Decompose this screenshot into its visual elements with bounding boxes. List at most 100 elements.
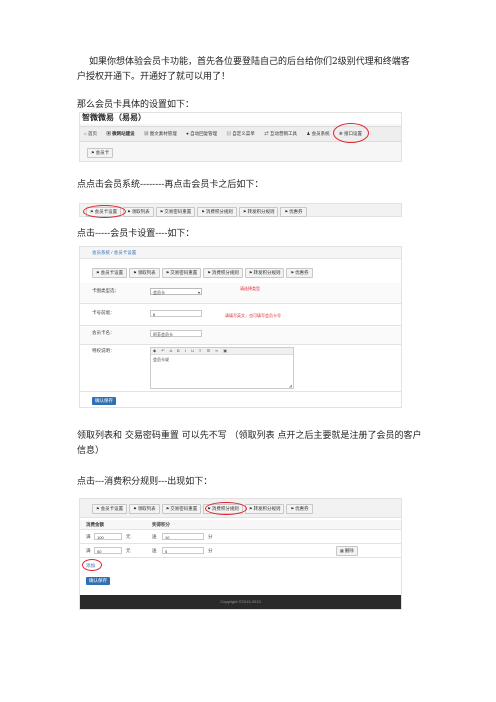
flag-icon: ⚑	[290, 270, 295, 275]
font-icon[interactable]: A	[169, 348, 173, 353]
member-card-button[interactable]: ⚑会员卡	[87, 148, 114, 158]
nav-micro-site[interactable]: ▣ 微网站建设	[102, 127, 138, 141]
image-icon[interactable]: ▣	[223, 348, 229, 353]
bold-icon[interactable]: B	[177, 348, 182, 353]
flag-icon: ⚑	[133, 506, 137, 511]
card-settings-screenshot: 会员系统 / 会员卡设置 ⚑会员卡设置 ⚑领取列表 ⚑交易密码重置 ⚑消费积分规则 ⚑转…	[79, 246, 402, 408]
save-button[interactable]: 确认保存	[92, 397, 116, 405]
card-name-input[interactable]: 阿芳会员卡	[150, 330, 202, 337]
flag-icon: ⚑	[96, 270, 100, 275]
rule-prefix: 满	[86, 548, 91, 553]
rich-text-editor[interactable]: ◆ ↶ A B I U ≡ ☰ ∞ ▣ 会员卡说 ◢	[150, 347, 294, 389]
flag-icon: ⚑	[248, 506, 253, 511]
tab-card-settings[interactable]: ⚑会员卡设置	[92, 268, 128, 278]
points-input[interactable]: 10	[162, 533, 204, 540]
flag-icon: ⚑	[290, 506, 295, 511]
tab-coupons[interactable]: ⚑优惠券	[280, 207, 307, 217]
tab-claim-list[interactable]: ⚑领取列表	[129, 268, 160, 278]
copyright: Copyright ©2013-2013	[220, 599, 261, 604]
flag-icon: ⚑	[159, 209, 164, 214]
add-highlight	[82, 559, 102, 571]
tab-password-reset[interactable]: ⚑交易密码重置	[161, 268, 202, 278]
settings-heading: 那么会员卡具体的设置如下：	[77, 100, 195, 110]
flag-icon: ⚑	[248, 270, 253, 275]
form-row-name: 会员卡名： 阿芳会员卡	[80, 327, 401, 345]
tab-password-reset[interactable]: ⚑交易密码重置	[161, 504, 202, 514]
rule-mid: 送	[152, 548, 157, 553]
flag-icon: ⚑	[127, 209, 131, 214]
nav-auto-reply[interactable]: ● 自动回复管理	[182, 127, 221, 141]
spend-points-screenshot: ⚑会员卡设置 ⚑领取列表 ⚑交易密码重置 ⚑消费积分规则 ⚑转发积分规则 ⚑优惠券 消费金…	[79, 498, 402, 610]
rule-mid: 送	[152, 534, 157, 539]
flag-icon: ⚑	[91, 150, 95, 155]
step-card-settings: 点击-----会员卡设置----如下：	[77, 229, 195, 239]
flag-icon: ⚑	[201, 209, 205, 214]
tab-password-reset[interactable]: ⚑交易密码重置	[155, 207, 196, 217]
col-points-header: 奖得积分	[152, 522, 170, 527]
card-name-label: 会员卡名：	[92, 330, 115, 335]
flag-icon: ⚑	[96, 506, 100, 511]
card-settings-highlight	[83, 205, 126, 218]
flag-icon: ⚑	[284, 209, 289, 214]
footer-bar: Copyright ©2013-2013	[80, 595, 401, 609]
source-icon[interactable]: ◆	[153, 348, 158, 353]
tab-claim-list[interactable]: ⚑领取列表	[123, 207, 154, 217]
points-input[interactable]: 5	[162, 547, 204, 554]
align-icon[interactable]: ≡	[199, 348, 203, 353]
intro-paragraph: 如果你想体验会员卡功能，首先各位要登陆自己的后台给你们2级别代理和终端客户授权开…	[77, 57, 410, 82]
nav-custom-menu[interactable]: ▤ 自定义菜单	[223, 127, 259, 141]
trash-icon: ▦	[340, 548, 344, 553]
tab-share-points[interactable]: ⚑转发积分规则	[244, 268, 285, 278]
type-note: 请选择类型	[240, 286, 260, 291]
save-button[interactable]: 确认保存	[86, 577, 110, 585]
rules-header: 消费金额 奖得积分	[80, 520, 401, 530]
number-note: 请填写英文，也可填写会员卡号	[225, 313, 281, 318]
number-label: 卡号前缀：	[92, 310, 115, 315]
amount-input[interactable]: 100	[94, 533, 122, 540]
spend-points-highlight	[205, 502, 247, 515]
amount-unit: 元	[126, 534, 131, 539]
italic-icon[interactable]: I	[185, 348, 188, 353]
chevron-down-icon: ▾	[197, 290, 200, 295]
nav-marketing[interactable]: ⇄ 互动营销工具	[260, 127, 301, 141]
form-row-desc: 特权说明： ◆ ↶ A B I U ≡ ☰ ∞ ▣ 会员卡说 ◢	[80, 345, 401, 392]
resize-handle-icon[interactable]: ◢	[289, 383, 292, 388]
tab-coupons[interactable]: ⚑优惠券	[286, 504, 313, 514]
member-system-highlight	[333, 123, 369, 143]
editor-toolbar: ◆ ↶ A B I U ≡ ☰ ∞ ▣	[151, 348, 293, 355]
tab-card-settings[interactable]: ⚑会员卡设置	[92, 504, 128, 514]
flag-icon: ⚑	[165, 270, 170, 275]
amount-input[interactable]: 50	[94, 547, 122, 554]
list-icon[interactable]: ☰	[207, 348, 213, 353]
tab-coupons[interactable]: ⚑优惠券	[286, 268, 313, 278]
admin-nav-screenshot: 智微微易（易易） ⌂ 首页 ▣ 微网站建设 ▦ 图文素材管理 ● 自动回复管理 …	[79, 112, 402, 162]
link-icon[interactable]: ∞	[215, 348, 220, 353]
step-member-card: 点点击会员系统--------再点击会员卡之后如下：	[77, 180, 264, 190]
tab-share-points[interactable]: ⚑转发积分规则	[244, 504, 285, 514]
tab-spend-points[interactable]: ⚑消费积分规则	[203, 268, 243, 278]
tab-spend-points[interactable]: ⚑消费积分规则	[197, 207, 237, 217]
col-amount-header: 消费金额	[86, 522, 104, 527]
type-select[interactable]: 会员卡 ▾	[150, 288, 202, 295]
nav-materials[interactable]: ▦ 图文素材管理	[140, 127, 181, 141]
tab-claim-list[interactable]: ⚑领取列表	[129, 504, 160, 514]
delete-button[interactable]: ▦删除	[336, 546, 358, 556]
number-prefix-input[interactable]: 8	[150, 310, 202, 317]
tab-share-points[interactable]: ⚑转发积分规则	[238, 207, 279, 217]
undo-icon[interactable]: ↶	[161, 348, 166, 353]
amount-unit: 元	[126, 548, 131, 553]
rule-prefix: 满	[86, 534, 91, 539]
flag-icon: ⚑	[133, 270, 137, 275]
flag-icon: ⚑	[242, 209, 247, 214]
admin-logo: 智微微易（易易）	[82, 113, 146, 122]
flag-icon: ⚑	[207, 270, 211, 275]
rule-row: 满 100 元 送 10 分	[80, 530, 401, 544]
breadcrumb: 会员系统 / 会员卡设置	[80, 247, 401, 259]
nav-home[interactable]: ⌂ 首页	[80, 127, 101, 141]
nav-member-system[interactable]: ♟ 会员系统	[302, 127, 333, 141]
points-unit: 分	[208, 548, 213, 553]
points-unit: 分	[208, 534, 213, 539]
form-row-type: 卡图类型选： 会员卡 ▾ 请选择类型	[80, 283, 401, 304]
member-tabs-screenshot: ⚑会员卡设置 ⚑领取列表 ⚑交易密码重置 ⚑消费积分规则 ⚑转发积分规则 ⚑优惠券	[79, 203, 402, 218]
underline-icon[interactable]: U	[191, 348, 196, 353]
